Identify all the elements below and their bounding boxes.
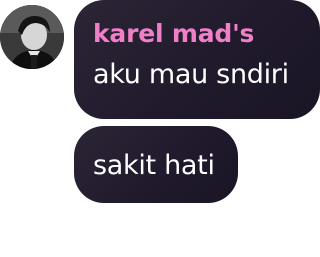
- message-bubble-2[interactable]: sakit hati: [74, 126, 238, 203]
- avatar-photo-icon: [0, 5, 64, 69]
- message-bubble-1[interactable]: karel mad's aku mau sndiri: [74, 0, 320, 119]
- message-text-1: aku mau sndiri: [93, 59, 289, 90]
- sender-name[interactable]: karel mad's: [93, 16, 320, 52]
- chat-thread: karel mad's aku mau sndiri sakit hati: [0, 0, 320, 257]
- sender-avatar[interactable]: [0, 5, 64, 69]
- message-text-2: sakit hati: [93, 150, 215, 181]
